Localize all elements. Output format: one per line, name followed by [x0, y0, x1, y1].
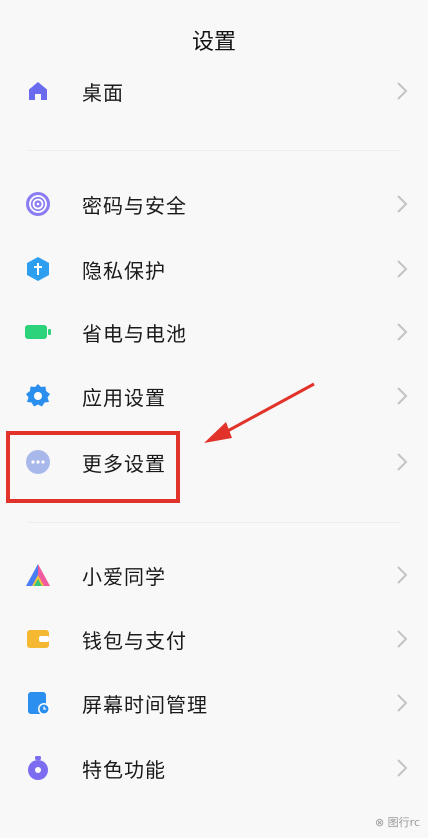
watermark: ⊗ 图行rc [374, 816, 420, 829]
annotation-arrow-icon [204, 382, 315, 443]
